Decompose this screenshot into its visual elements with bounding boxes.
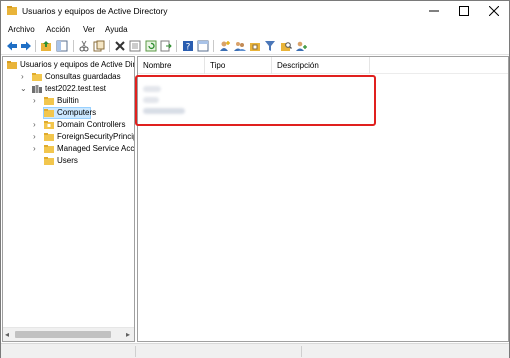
menu-ver[interactable]: Ver — [83, 25, 95, 34]
chevron-right-icon[interactable]: › — [33, 143, 36, 155]
tree-item-saved-queries[interactable]: › Consultas guardadas — [3, 71, 134, 83]
tree-item-computers[interactable]: Computers — [3, 107, 134, 119]
copy-icon[interactable] — [93, 40, 105, 52]
scroll-right-icon[interactable]: ▸ — [126, 330, 130, 339]
close-button[interactable] — [479, 1, 509, 21]
delete-icon[interactable] — [114, 40, 126, 52]
title-bar[interactable]: Usuarios y equipos de Active Directory — [1, 1, 509, 21]
tree-item-label: Managed Service Accour — [57, 144, 135, 153]
add-to-group-icon[interactable] — [295, 40, 307, 52]
tree-root-label: Usuarios y equipos de Active Dir — [20, 60, 135, 69]
window-title: Usuarios y equipos de Active Directory — [22, 6, 168, 16]
minimize-button[interactable] — [419, 1, 449, 21]
menu-accion[interactable]: Acción — [46, 25, 70, 34]
tree-item-domain-controllers[interactable]: › Domain Controllers — [3, 119, 134, 131]
folder-icon — [44, 97, 54, 105]
status-bar — [1, 343, 509, 358]
chevron-right-icon[interactable]: › — [33, 95, 36, 107]
tree-horizontal-scrollbar[interactable]: ◂ ▸ — [3, 327, 134, 341]
tree-item-label: Computers — [57, 108, 97, 117]
show-hide-tree-icon[interactable] — [56, 40, 68, 52]
mmc-pane-icon[interactable] — [197, 40, 209, 52]
toolbar-separator — [35, 40, 36, 52]
minimize-icon — [429, 10, 439, 12]
scrollbar-thumb[interactable] — [15, 331, 111, 338]
add-user-icon[interactable] — [219, 40, 231, 52]
column-header-nombre[interactable]: Nombre — [138, 57, 205, 74]
svg-text:?: ? — [186, 43, 191, 53]
folder-icon — [44, 133, 54, 141]
console-tree-pane[interactable]: Usuarios y equipos de Active Dir › Consu… — [2, 56, 135, 342]
app-window: Usuarios y equipos de Active Directory A… — [0, 0, 510, 358]
scroll-left-icon[interactable]: ◂ — [5, 330, 9, 339]
forward-arrow-icon[interactable] — [20, 40, 32, 52]
maximize-button[interactable] — [449, 1, 479, 21]
find-icon[interactable] — [280, 40, 292, 52]
chevron-right-icon[interactable]: › — [21, 71, 24, 83]
toolbar: ? — [1, 37, 509, 55]
status-divider — [301, 346, 302, 357]
tree-item-label: Domain Controllers — [57, 120, 126, 129]
list-header: Nombre Tipo Descripción — [138, 57, 508, 74]
tree-item-foreign-security-principals[interactable]: › ForeignSecurityPrincipals — [3, 131, 134, 143]
active-directory-root-icon — [7, 61, 17, 69]
up-folder-icon[interactable] — [40, 40, 52, 52]
tree-item-domain[interactable]: ⌄ test2022.test.test — [3, 83, 134, 95]
column-header-tipo[interactable]: Tipo — [205, 57, 272, 74]
saved-queries-folder-icon — [32, 73, 42, 81]
tree-item-users[interactable]: Users — [3, 155, 134, 167]
tree-item-label: Builtin — [57, 96, 79, 105]
ou-folder-icon — [44, 121, 54, 129]
status-divider — [135, 346, 136, 357]
tree-item-label: Users — [57, 156, 78, 165]
add-group-icon[interactable] — [234, 40, 246, 52]
folder-icon — [44, 157, 54, 165]
tree-root-item[interactable]: Usuarios y equipos de Active Dir — [3, 59, 135, 71]
properties-icon[interactable] — [129, 40, 141, 52]
menu-bar: Archivo Acción Ver Ayuda — [1, 22, 509, 37]
domain-icon — [32, 85, 42, 93]
maximize-icon — [459, 6, 469, 16]
folder-icon — [44, 145, 54, 153]
chevron-right-icon[interactable]: › — [33, 131, 36, 143]
menu-archivo[interactable]: Archivo — [8, 25, 35, 34]
export-list-icon[interactable] — [160, 40, 172, 52]
toolbar-separator — [109, 40, 110, 52]
close-icon — [489, 6, 499, 16]
column-header-descripcion[interactable]: Descripción — [272, 57, 370, 74]
toolbar-separator — [73, 40, 74, 52]
active-directory-app-icon — [7, 6, 17, 15]
toolbar-separator — [213, 40, 214, 52]
chevron-down-icon[interactable]: ⌄ — [20, 83, 27, 95]
tree-item-builtin[interactable]: › Builtin — [3, 95, 134, 107]
chevron-right-icon[interactable]: › — [33, 119, 36, 131]
refresh-icon[interactable] — [145, 40, 157, 52]
annotation-highlight-box — [135, 75, 376, 126]
toolbar-separator — [176, 40, 177, 52]
tree-item-managed-service-accounts[interactable]: › Managed Service Accour — [3, 143, 135, 155]
help-icon[interactable]: ? — [182, 40, 194, 52]
tree-item-label: ForeignSecurityPrincipals — [57, 132, 134, 141]
menu-ayuda[interactable]: Ayuda — [105, 25, 128, 34]
tree-item-label: Consultas guardadas — [45, 72, 121, 81]
add-ou-icon[interactable] — [249, 40, 261, 52]
cut-icon[interactable] — [78, 40, 90, 52]
tree-item-label: test2022.test.test — [45, 84, 106, 93]
folder-icon — [44, 109, 54, 117]
back-arrow-icon[interactable] — [6, 40, 18, 52]
filter-icon[interactable] — [264, 40, 276, 52]
